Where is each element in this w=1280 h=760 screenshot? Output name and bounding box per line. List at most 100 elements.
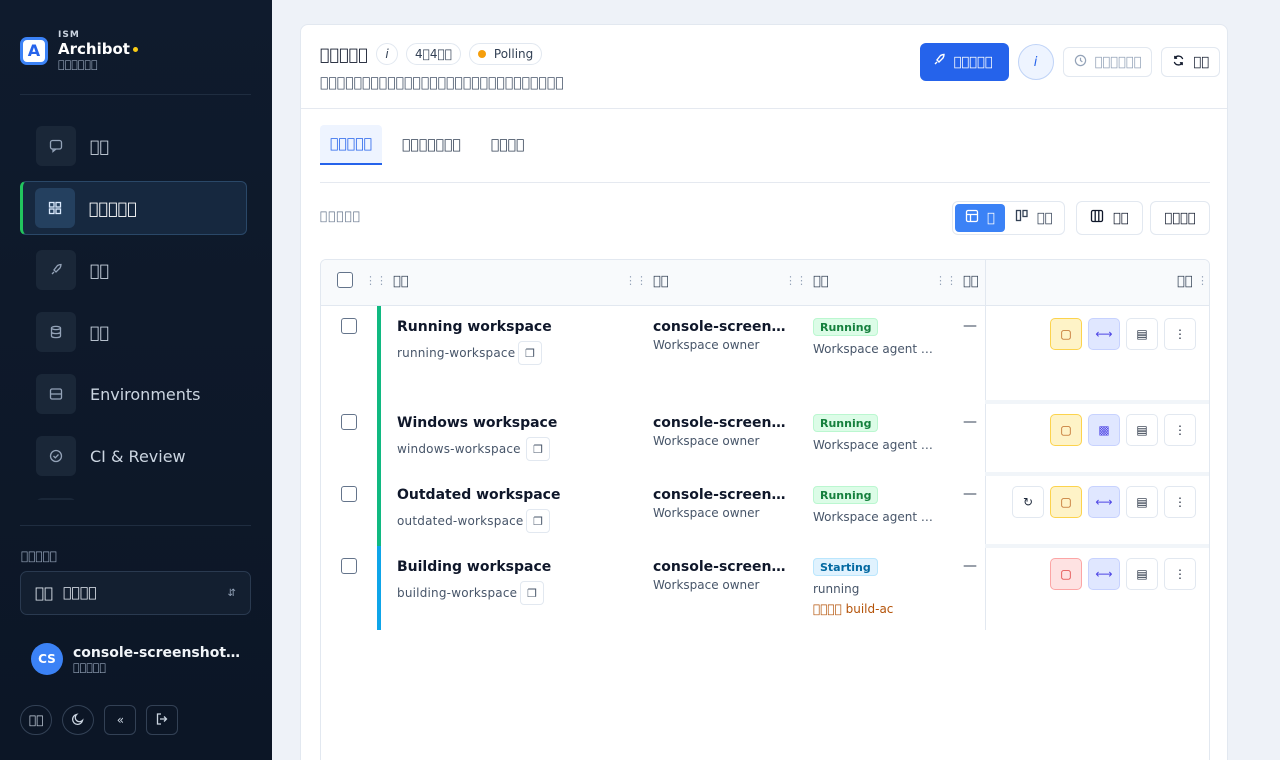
- columns-button[interactable]:   : [1076, 201, 1143, 235]
- tab-settings[interactable]:     : [481, 125, 535, 165]
- sidebar-item-chat[interactable]:   : [20, 119, 247, 173]
- check-circle-icon: [36, 436, 76, 476]
- more-button[interactable]: ⋮: [1164, 318, 1196, 350]
- logout-button[interactable]: [146, 705, 179, 735]
- row-checkbox[interactable]: [341, 558, 357, 574]
- more-icon: [36, 498, 76, 500]
- workspace-name[interactable]: Windows workspace: [397, 415, 557, 431]
- extra-button[interactable]:     : [1150, 201, 1210, 235]
- logs-button[interactable]: ▤: [1126, 318, 1158, 350]
- table-header: ⋮⋮    ⋮⋮    ⋮⋮    ⋮⋮       ⋮⋮: [321, 260, 1209, 306]
- logs-button[interactable]: ▤: [1126, 414, 1158, 446]
- last-used: —: [963, 318, 977, 334]
- sidebar-nav:                Environments: [20, 119, 247, 500]
- vscode-button[interactable]: ⟷: [1088, 558, 1120, 590]
- workspace-name[interactable]: Running workspace: [397, 319, 552, 335]
- history-button[interactable]:       : [1062, 47, 1153, 77]
- copy-icon[interactable]: ❐: [526, 437, 550, 461]
- status-text: Workspace agent i...: [813, 510, 935, 524]
- remote-desktop-button[interactable]: ▩: [1088, 414, 1120, 446]
- more-vertical-icon: ⋮: [1174, 327, 1186, 341]
- section-label:      : [21, 549, 58, 563]
- stop-button[interactable]: ▢: [1050, 318, 1082, 350]
- brand[interactable]: A ISM Archibot       : [20, 30, 138, 71]
- workspace-name[interactable]: Building workspace: [397, 559, 551, 575]
- column-header[interactable]:   : [963, 274, 979, 289]
- drag-handle-icon[interactable]: ⋮⋮: [365, 274, 387, 287]
- table-view-button[interactable]:  : [955, 204, 1005, 232]
- language-button[interactable]:   : [20, 705, 53, 735]
- row-checkbox[interactable]: [341, 486, 357, 502]
- collapse-sidebar-button[interactable]: «: [104, 705, 137, 735]
- info-button[interactable]: i: [1017, 44, 1054, 80]
- select-all-checkbox[interactable]: [337, 272, 353, 288]
- more-vertical-icon: ⋮: [1174, 495, 1186, 509]
- status-bar: [377, 402, 381, 474]
- workspace-name[interactable]: Outdated workspace: [397, 487, 560, 503]
- column-header[interactable]:   : [653, 274, 669, 289]
- drag-handle-icon[interactable]: ⋮⋮: [785, 274, 807, 287]
- row-checkbox[interactable]: [341, 318, 357, 334]
- drag-handle-icon[interactable]: ⋮⋮: [625, 274, 647, 287]
- more-vertical-icon: ⋮: [1174, 423, 1186, 437]
- more-button[interactable]: ⋮: [1164, 486, 1196, 518]
- stop-button[interactable]: ▢: [1050, 486, 1082, 518]
- workspace-select[interactable]:         ⇵: [20, 571, 251, 615]
- copy-icon[interactable]: ❐: [518, 341, 542, 365]
- last-used: —: [963, 486, 977, 502]
- logs-button[interactable]: ▤: [1126, 558, 1158, 590]
- drag-handle-icon[interactable]: ⋮⋮: [1197, 274, 1209, 287]
- polling-badge: Polling: [468, 43, 543, 65]
- sidebar-item-label: Environments: [90, 384, 201, 404]
- select-icon:   : [35, 584, 54, 602]
- tab-templates[interactable]:        : [392, 125, 471, 165]
- more-button[interactable]: ⋮: [1164, 414, 1196, 446]
- update-button[interactable]: ↻: [1012, 486, 1044, 518]
- columns-icon: [1090, 209, 1104, 227]
- table-row[interactable]: Building workspace building-workspace ❐ …: [321, 546, 1209, 630]
- table-row[interactable]: Running workspace running-workspace ❐ co…: [321, 306, 1209, 402]
- refresh-button[interactable]:   : [1161, 47, 1220, 77]
- table-icon: [965, 209, 979, 227]
- sidebar-item-deploy[interactable]:   : [20, 243, 247, 297]
- status-badge: Starting: [813, 558, 878, 576]
- column-header[interactable]:   : [813, 274, 829, 289]
- row-checkbox[interactable]: [341, 414, 357, 430]
- row-actions: ▢ ⟷ ▤ ⋮: [1050, 558, 1196, 590]
- sidebar-item-workspaces[interactable]:      : [20, 181, 247, 235]
- create-workspace-button[interactable]:      : [919, 43, 1009, 81]
- column-header[interactable]:   : [1177, 274, 1193, 289]
- owner-name: console-screens...: [653, 415, 787, 431]
- vscode-button[interactable]: ⟷: [1088, 486, 1120, 518]
- sidebar: A ISM Archibot                   : [0, 0, 272, 760]
- view-toggle:     : [952, 201, 1066, 235]
- sidebar-item-more[interactable]: [20, 491, 247, 500]
- table-row[interactable]: Outdated workspace outdated-workspace ❐ …: [321, 474, 1209, 546]
- stop-button[interactable]: ▢: [1050, 414, 1082, 446]
- board-view-button[interactable]:   : [1005, 204, 1063, 232]
- logs-button[interactable]: ▤: [1126, 486, 1158, 518]
- vscode-button[interactable]: ⟷: [1088, 318, 1120, 350]
- column-header[interactable]:   : [393, 274, 409, 289]
- create-workspace-label:      : [953, 54, 993, 70]
- sidebar-item-environments[interactable]: Environments: [20, 367, 247, 421]
- table-row[interactable]: Windows workspace windows-workspace ❐ co…: [321, 402, 1209, 474]
- rocket-icon: [36, 250, 76, 290]
- stop-icon: ▢: [1060, 495, 1072, 509]
- row-actions: ▢ ▩ ▤ ⋮: [1050, 414, 1196, 446]
- owner-name: console-screens...: [653, 559, 787, 575]
- sidebar-item-ci-review[interactable]: CI & Review: [20, 429, 247, 483]
- tab-workspaces[interactable]:      : [320, 125, 383, 165]
- drag-handle-icon[interactable]: ⋮⋮: [935, 274, 957, 287]
- cancel-button[interactable]: ▢: [1050, 558, 1082, 590]
- sidebar-item-data[interactable]:   : [20, 305, 247, 359]
- user-role:      : [73, 660, 107, 674]
- copy-icon[interactable]: ❐: [526, 509, 550, 533]
- user-profile[interactable]: CS console-screenshot-a...      : [31, 643, 243, 675]
- copy-icon[interactable]: ❐: [520, 581, 544, 605]
- info-icon[interactable]: i: [376, 43, 399, 65]
- owner-name: console-screens...: [653, 319, 787, 335]
- theme-button[interactable]: [62, 705, 95, 735]
- select-value:     : [63, 585, 97, 601]
- more-button[interactable]: ⋮: [1164, 558, 1196, 590]
